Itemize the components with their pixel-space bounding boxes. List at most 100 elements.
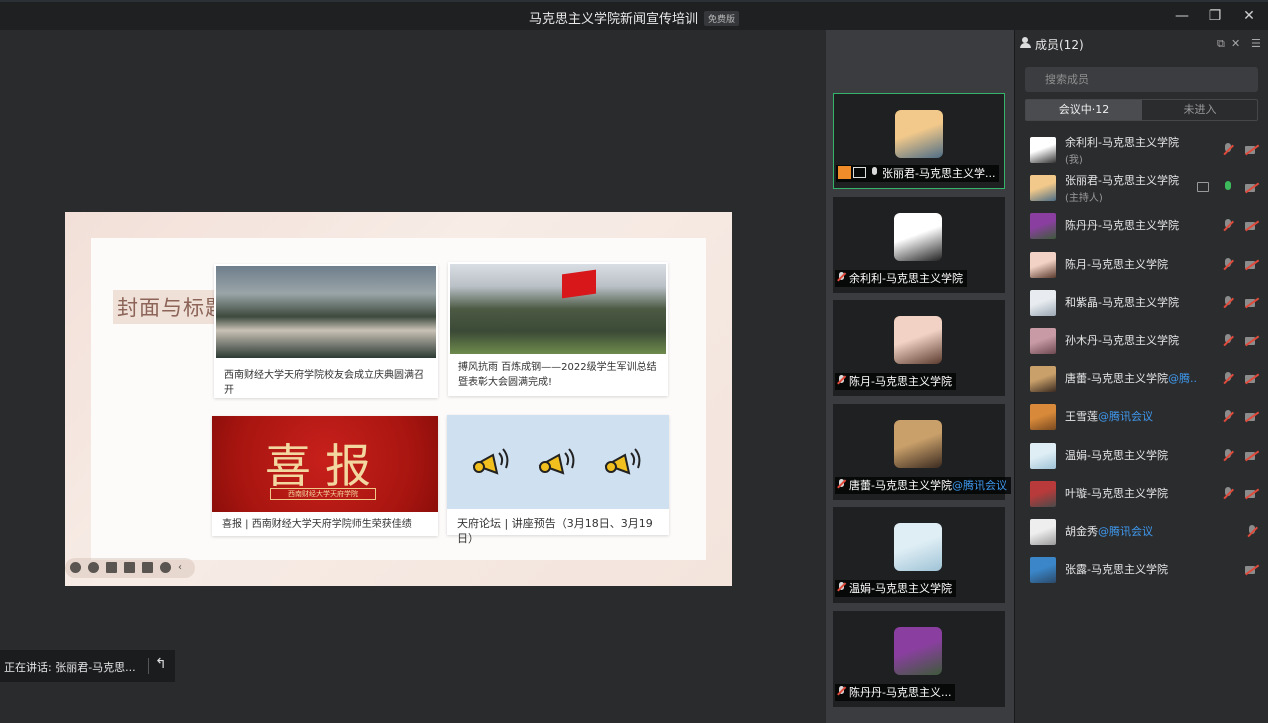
scrollbar[interactable] [1263,30,1268,723]
avatar [894,212,942,261]
tab-not-joined[interactable]: 未进入 [1142,100,1258,120]
popout-icon[interactable]: ⧉ [1217,37,1225,51]
member-name: 王雪莲@腾讯会议 [1065,410,1153,424]
member-row[interactable]: 王雪莲@腾讯会议 [1015,398,1268,436]
mic-icon[interactable] [1223,181,1233,195]
window-title-wrap: 马克思主义学院新闻宣传培训 免费版 [0,8,1268,27]
member-row[interactable]: 余利利-马克思主义学院 (我) [1015,131,1268,169]
minimize-button[interactable]: — [1174,8,1190,24]
news-caption: 天府论坛 | 讲座预告（3月18日、3月19日） [457,517,653,545]
member-tabs: 会议中·12 未进入 [1025,99,1258,121]
megaphone-icon [538,448,575,475]
mic-muted-icon[interactable] [1223,486,1233,501]
avatar [895,110,943,158]
member-name: 叶璇-马克思主义学院 [1065,487,1168,501]
member-row[interactable]: 唐蕾-马克思主义学院@腾... [1015,360,1268,398]
video-tile[interactable]: 陈月-马克思主义学院 [833,300,1005,396]
banner-subtitle: 西南财经大学天府学院 [270,488,376,500]
camera-off-icon[interactable] [1245,565,1259,575]
screen-share-icon [853,167,866,178]
return-icon[interactable]: ↰ [155,656,167,672]
video-tile[interactable]: 陈丹丹-马克思主义... [833,610,1005,707]
menu-icon[interactable]: ☰ [1251,37,1261,50]
member-row[interactable]: 陈月-马克思主义学院 [1015,246,1268,284]
news-card: 天府论坛 | 讲座预告（3月18日、3月19日） [447,415,669,545]
more-icon[interactable] [160,562,171,573]
restore-button[interactable]: ❐ [1207,8,1223,24]
avatar [894,626,942,675]
close-panel-icon[interactable]: ✕ [1231,37,1240,50]
mic-muted-icon[interactable] [1247,525,1257,539]
panel-title: 成员(12) [1035,38,1084,52]
member-name-text: 张露-马克思主义学院 [1065,563,1168,577]
mic-muted-icon [837,685,846,697]
member-row[interactable]: 温娟-马克思主义学院 [1015,437,1268,475]
members-icon [1020,37,1033,49]
member-org: @腾... [1167,372,1197,386]
mic-muted-icon[interactable] [1223,334,1233,348]
megaphone-icon [604,448,641,475]
camera-off-icon[interactable] [1245,183,1259,193]
megaphone-icon [472,448,509,475]
member-name-text: 叶璇-马克思主义学院 [1065,486,1168,500]
news-photo [216,266,436,358]
member-row[interactable]: 张露-马克思主义学院 [1015,551,1268,589]
member-name: 温娟-马克思主义学院 [1065,449,1168,463]
collapse-icon[interactable]: ‹ [178,562,189,573]
member-name-text: 王雪莲 [1065,410,1098,424]
speaking-indicator: 正在讲话: 张丽君-马克思... ↰ [0,650,175,682]
mic-muted-icon[interactable] [1223,448,1233,463]
member-search-input[interactable] [1025,67,1258,92]
member-name: 孙木丹-马克思主义学院 [1065,334,1179,348]
prev-slide-icon[interactable] [70,562,81,573]
mic-muted-icon[interactable] [1223,143,1233,157]
camera-off-icon[interactable] [1245,412,1259,422]
tab-in-meeting[interactable]: 会议中·12 [1026,100,1142,120]
mic-muted-icon[interactable] [1223,295,1233,310]
tile-label: 张丽君-马克思主义学... [836,165,1000,182]
camera-off-icon[interactable] [1245,336,1259,346]
avatar [894,523,942,571]
mic-muted-icon [837,582,846,593]
member-row[interactable]: 叶璇-马克思主义学院 [1015,475,1268,513]
avatar [1030,328,1056,354]
camera-off-icon[interactable] [1245,221,1259,231]
member-name: 余利利-马克思主义学院 [1065,136,1179,150]
tile-name: 陈丹丹-马克思主义... [849,685,952,699]
member-row[interactable]: 张丽君-马克思主义学院 (主持人) [1015,169,1268,207]
video-tile[interactable]: 张丽君-马克思主义学... [833,93,1005,189]
news-card: 喜报 西南财经大学天府学院 喜报 | 西南财经大学天府学院师生荣获佳绩 [212,416,438,536]
close-button[interactable]: ✕ [1241,8,1257,24]
member-role: (我) [1065,155,1083,166]
camera-off-icon[interactable] [1245,145,1259,155]
member-name-text: 陈丹丹-马克思主义学院 [1065,219,1179,233]
mic-muted-icon[interactable] [1223,372,1233,386]
camera-off-icon[interactable] [1245,489,1259,499]
flag-icon [562,269,596,299]
next-slide-icon[interactable] [88,562,99,573]
shared-slide: 封面与标题 西南财经大学天府学院校友会成立庆典圆满召开 搏风抗雨 百炼成钢——2… [65,212,732,586]
member-name-text: 余利利-马克思主义学院 [1065,136,1179,149]
video-tile[interactable]: 唐蕾-马克思主义学院@腾讯会议 [833,403,1011,500]
member-name: 陈月-马克思主义学院 [1065,258,1168,272]
camera-off-icon[interactable] [1245,451,1259,461]
camera-off-icon[interactable] [1245,374,1259,384]
camera-icon[interactable] [142,562,153,573]
member-row[interactable]: 孙木丹-马克思主义学院 [1015,322,1268,360]
mic-muted-icon[interactable] [1223,219,1233,233]
member-row[interactable]: 和紫晶-马克思主义学院 [1015,284,1268,322]
video-tile[interactable]: 余利利-马克思主义学院 [833,196,1005,293]
mic-muted-icon[interactable] [1223,257,1233,272]
avatar [894,419,942,468]
focus-icon[interactable] [124,562,135,573]
camera-off-icon[interactable] [1245,260,1259,270]
tile-label: 唐蕾-马克思主义学院@腾讯会议 [835,476,1011,494]
mic-muted-icon[interactable] [1223,410,1233,424]
video-tile[interactable]: 温娟-马克思主义学院 [833,507,1005,603]
divider [148,658,149,674]
pen-icon[interactable] [106,562,117,573]
member-row[interactable]: 胡金秀@腾讯会议 [1015,513,1268,551]
member-name: 胡金秀@腾讯会议 [1065,525,1153,539]
camera-off-icon[interactable] [1245,298,1259,308]
member-row[interactable]: 陈丹丹-马克思主义学院 [1015,207,1268,245]
